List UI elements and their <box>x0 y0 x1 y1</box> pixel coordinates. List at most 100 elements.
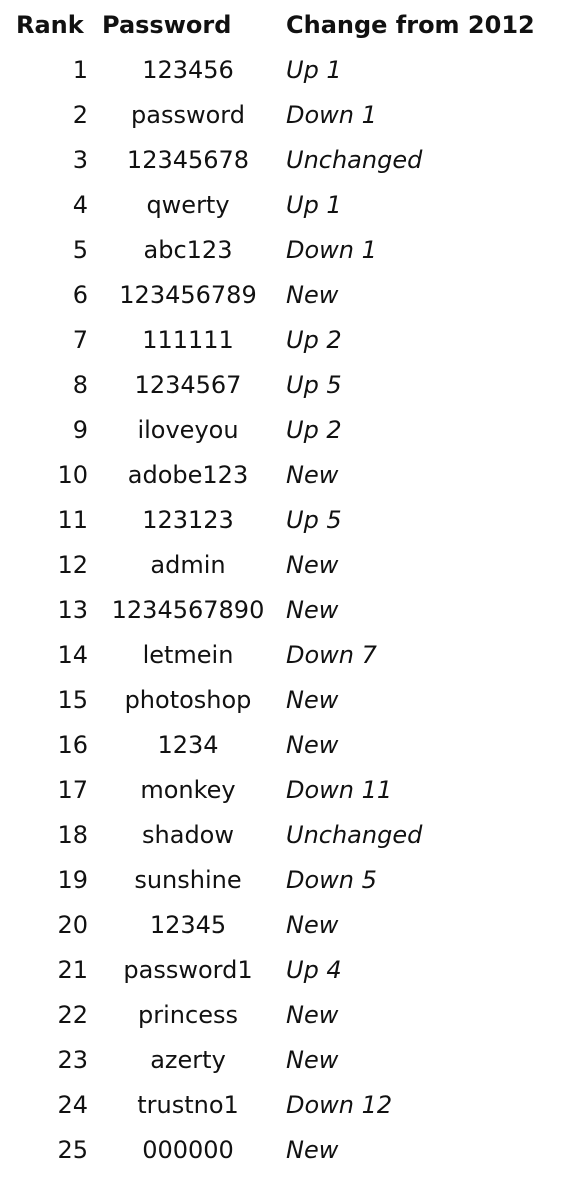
password-cell: admin <box>150 550 226 579</box>
rank-cell: 10 <box>57 460 88 489</box>
table-row: 12 admin New <box>10 542 539 587</box>
password-cell: letmein <box>142 640 234 669</box>
rank-cell: 23 <box>57 1045 88 1074</box>
change-cell: Unchanged <box>286 820 423 849</box>
password-cell: 12345 <box>149 910 227 939</box>
change-cell: Up 5 <box>286 505 342 534</box>
table-row: 19 sunshine Down 5 <box>10 857 539 902</box>
password-cell: sunshine <box>134 865 242 894</box>
rank-header: Rank <box>16 10 84 39</box>
password-cell: 000000 <box>142 1135 234 1164</box>
change-cell: Up 1 <box>286 55 342 84</box>
password-ranking-table: Rank Password Change from 2012 1 123456 Up… <box>10 2 539 1172</box>
table-row: 17 monkey Down 11 <box>10 767 539 812</box>
change-cell: Down 11 <box>286 775 393 804</box>
password-cell: trustno1 <box>137 1090 239 1119</box>
change-cell: New <box>286 595 339 624</box>
rank-cell: 24 <box>57 1090 88 1119</box>
header-row: Rank Password Change from 2012 <box>10 2 539 47</box>
change-cell: Up 2 <box>286 415 342 444</box>
password-cell: 1234567890 <box>111 595 265 624</box>
rank-cell: 3 <box>72 145 88 174</box>
table-row: 24 trustno1 Down 12 <box>10 1082 539 1127</box>
password-cell: 111111 <box>142 325 234 354</box>
rank-cell: 1 <box>72 55 88 84</box>
rank-cell: 2 <box>72 100 88 129</box>
password-cell: password1 <box>123 955 253 984</box>
table-row: 9 iloveyou Up 2 <box>10 407 539 452</box>
rank-cell: 6 <box>72 280 88 309</box>
rank-cell: 15 <box>57 685 88 714</box>
password-cell: iloveyou <box>137 415 239 444</box>
table-row: 4 qwerty Up 1 <box>10 182 539 227</box>
change-cell: New <box>286 1000 339 1029</box>
rank-cell: 9 <box>72 415 88 444</box>
rank-cell: 11 <box>57 505 88 534</box>
rank-cell: 4 <box>72 190 88 219</box>
change-cell: Down 1 <box>286 235 377 264</box>
password-cell: 123456 <box>142 55 234 84</box>
rank-cell: 22 <box>57 1000 88 1029</box>
table-row: 10 adobe123 New <box>10 452 539 497</box>
rank-cell: 17 <box>57 775 88 804</box>
table-row: 2 password Down 1 <box>10 92 539 137</box>
rank-cell: 18 <box>57 820 88 849</box>
table-row: 8 1234567 Up 5 <box>10 362 539 407</box>
table-row: 21 password1 Up 4 <box>10 947 539 992</box>
change-cell: Up 4 <box>286 955 342 984</box>
change-cell: New <box>286 1045 339 1074</box>
password-cell: shadow <box>142 820 234 849</box>
table-row: 5 abc123 Down 1 <box>10 227 539 272</box>
password-cell: 1234567 <box>134 370 242 399</box>
table-row: 11 123123 Up 5 <box>10 497 539 542</box>
table-row: 3 12345678 Unchanged <box>10 137 539 182</box>
change-header: Change from 2012 <box>286 10 535 39</box>
change-cell: Up 5 <box>286 370 342 399</box>
change-cell: Unchanged <box>286 145 423 174</box>
table-row: 14 letmein Down 7 <box>10 632 539 677</box>
change-cell: New <box>286 280 339 309</box>
change-cell: Down 7 <box>286 640 377 669</box>
table-row: 18 shadow Unchanged <box>10 812 539 857</box>
password-cell: adobe123 <box>127 460 249 489</box>
rank-cell: 19 <box>57 865 88 894</box>
password-header: Password <box>102 10 232 39</box>
table-row: 23 azerty New <box>10 1037 539 1082</box>
change-cell: Down 12 <box>286 1090 393 1119</box>
change-cell: New <box>286 1135 339 1164</box>
change-cell: New <box>286 550 339 579</box>
rank-cell: 20 <box>57 910 88 939</box>
rank-cell: 8 <box>72 370 88 399</box>
rank-cell: 13 <box>57 595 88 624</box>
rank-cell: 7 <box>72 325 88 354</box>
password-cell: princess <box>138 1000 238 1029</box>
table-row: 25 000000 New <box>10 1127 539 1172</box>
change-cell: New <box>286 685 339 714</box>
rank-cell: 21 <box>57 955 88 984</box>
password-cell: password <box>131 100 245 129</box>
password-cell: abc123 <box>143 235 233 264</box>
password-cell: azerty <box>150 1045 226 1074</box>
rank-cell: 14 <box>57 640 88 669</box>
table-row: 1 123456 Up 1 <box>10 47 539 92</box>
table-row: 6 123456789 New <box>10 272 539 317</box>
change-cell: New <box>286 910 339 939</box>
change-cell: Down 5 <box>286 865 377 894</box>
change-cell: Down 1 <box>286 100 377 129</box>
table-row: 22 princess New <box>10 992 539 1037</box>
rank-cell: 5 <box>72 235 88 264</box>
change-cell: New <box>286 460 339 489</box>
rank-cell: 16 <box>57 730 88 759</box>
change-cell: New <box>286 730 339 759</box>
rank-cell: 25 <box>57 1135 88 1164</box>
table-row: 15 photoshop New <box>10 677 539 722</box>
change-cell: Up 1 <box>286 190 342 219</box>
password-cell: 123456789 <box>119 280 257 309</box>
table-row: 13 1234567890 New <box>10 587 539 632</box>
password-cell: 12345678 <box>126 145 250 174</box>
password-cell: 123123 <box>142 505 234 534</box>
password-cell: monkey <box>140 775 236 804</box>
rank-cell: 12 <box>57 550 88 579</box>
password-cell: qwerty <box>146 190 230 219</box>
table-row: 20 12345 New <box>10 902 539 947</box>
